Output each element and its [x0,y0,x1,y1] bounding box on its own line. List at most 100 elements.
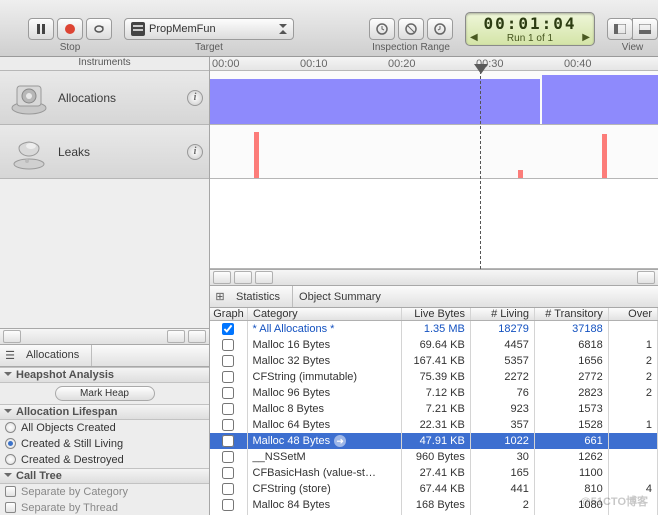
col-transitory[interactable]: # Transitory [535,308,609,320]
left-jumpbar: ☰ Allocations [0,345,209,367]
lane-tool-icon[interactable] [234,271,252,284]
mini-toolbar [0,328,209,345]
toolbar: Stop PropMemFun Target Inspection Range … [0,0,658,57]
col-graph[interactable]: Graph [210,308,248,320]
record-button[interactable] [57,18,83,40]
cell-living: 165 [471,465,535,481]
target-value: PropMemFun [149,23,216,35]
prev-run-button[interactable]: ◀ [470,32,478,43]
statistics-icon: ⊞ [210,290,230,303]
pause-button[interactable] [28,18,54,40]
time-ruler[interactable]: 00:00 00:10 00:20 00:30 00:40 [210,57,658,71]
mini-mode1-icon[interactable] [167,330,185,343]
graph-checkbox[interactable] [222,371,234,383]
cell-category: Malloc 8 Bytes [248,401,402,417]
next-run-button[interactable]: ▶ [582,32,590,43]
table-row[interactable]: Malloc 64 Bytes22.31 KB35715281 [210,417,658,433]
allocations-lane[interactable] [210,71,658,125]
jumpbar-crumb[interactable]: Statistics [230,286,293,307]
target-popup[interactable]: PropMemFun [124,18,294,40]
section-calltree[interactable]: Call Tree [0,468,209,484]
cell-overall: 1 [609,417,658,433]
graph-checkbox[interactable] [222,403,234,415]
table-row[interactable]: __NSSetM960 Bytes301262 [210,449,658,465]
graph-checkbox[interactable] [222,419,234,431]
option-label: All Objects Created [21,422,116,434]
table-row[interactable]: Malloc 8 Bytes7.21 KB9231573 [210,401,658,417]
cell-livebytes: 960 Bytes [402,449,471,465]
table-row[interactable]: CFString (immutable)75.39 KB227227722 [210,369,658,385]
col-category[interactable]: Category [248,308,402,320]
section-lifespan[interactable]: Allocation Lifespan [0,404,209,420]
range-start-button[interactable] [369,18,395,40]
calltree-option[interactable]: Separate by Thread [0,500,209,515]
calltree-option[interactable]: Separate by Category [0,484,209,500]
graph-checkbox[interactable] [222,435,234,447]
lane-tool-icon[interactable] [255,271,273,284]
info-icon[interactable]: i [187,90,203,106]
table-row[interactable]: Malloc 96 Bytes7.12 KB7628232 [210,385,658,401]
option-label: Created & Destroyed [21,454,124,466]
table-row[interactable]: CFBasicHash (value-st…27.41 KB1651100 [210,465,658,481]
view-left-button[interactable] [607,18,633,40]
drill-arrow-icon[interactable]: ➜ [334,435,346,447]
table-row[interactable]: Malloc 48 Bytes➜47.91 KB1022661 [210,433,658,449]
cell-overall: 2 [609,353,658,369]
cell-livebytes: 7.12 KB [402,385,471,401]
cell-livebytes: 167.41 KB [402,353,471,369]
radio-icon [5,438,16,449]
col-livebytes[interactable]: Live Bytes [402,308,471,320]
cell-transitory: 1262 [535,449,609,465]
section-heapshot[interactable]: Heapshot Analysis [0,367,209,383]
range-clear-button[interactable] [398,18,424,40]
leaks-lane[interactable] [210,125,658,179]
cell-transitory: 2823 [535,385,609,401]
graph-checkbox[interactable] [222,467,234,479]
track-allocations[interactable]: Allocations i [0,71,209,125]
graph-checkbox[interactable] [222,451,234,463]
col-living[interactable]: # Living [471,308,535,320]
cell-livebytes: 47.91 KB [402,433,471,449]
cell-overall: 2 [609,385,658,401]
view-label: View [622,42,644,53]
track-leaks[interactable]: Leaks i [0,125,209,179]
mini-graph-icon[interactable] [3,330,21,343]
lane-tool-icon[interactable] [213,271,231,284]
loop-button[interactable] [86,18,112,40]
graph-checkbox[interactable] [222,323,234,335]
cell-living: 2272 [471,369,535,385]
cell-overall [609,401,658,417]
jumpbar-crumb[interactable]: Object Summary [293,286,393,307]
view-bottom-button[interactable] [632,18,658,40]
graph-checkbox[interactable] [222,355,234,367]
graph-checkbox[interactable] [222,387,234,399]
cell-living: 2 [471,497,535,513]
cell-living: 18279 [471,321,535,337]
stop-label: Stop [60,42,81,53]
col-overall[interactable]: Over [609,308,658,320]
lifespan-option[interactable]: Created & Still Living [0,436,209,452]
graph-checkbox[interactable] [222,339,234,351]
info-icon[interactable]: i [187,144,203,160]
cell-overall [609,449,658,465]
jumpbar-crumb[interactable]: Allocations [20,345,92,366]
mark-heap-button[interactable]: Mark Heap [55,386,155,401]
lane-tool-icon[interactable] [637,271,655,284]
table-row[interactable]: * All Allocations *1.35 MB1827937188 [210,321,658,337]
range-end-button[interactable] [427,18,453,40]
table-row[interactable]: Malloc 32 Bytes167.41 KB535716562 [210,353,658,369]
table-row[interactable]: Malloc 16 Bytes69.64 KB445768181 [210,337,658,353]
app-icon [131,22,145,36]
cell-overall [609,465,658,481]
option-label: Separate by Category [21,486,128,498]
cell-category: Malloc 16 Bytes [248,337,402,353]
graph-checkbox[interactable] [222,483,234,495]
detail-panel: Heapshot Analysis Mark Heap Allocation L… [0,367,209,515]
cell-category: Malloc 32 Bytes [248,353,402,369]
lifespan-option[interactable]: Created & Destroyed [0,452,209,468]
right-jumpbar: ⊞ Statistics Object Summary [210,286,658,308]
cell-living: 5357 [471,353,535,369]
graph-checkbox[interactable] [222,499,234,511]
lifespan-option[interactable]: All Objects Created [0,420,209,436]
mini-mode2-icon[interactable] [188,330,206,343]
